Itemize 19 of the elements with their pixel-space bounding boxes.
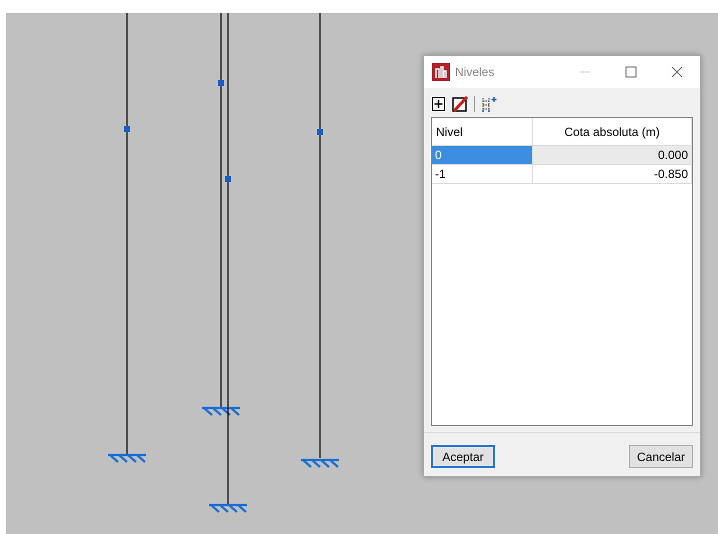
node-marker [225, 176, 231, 182]
grid-insert-icon[interactable] [481, 96, 499, 112]
table-cell: 0 [432, 146, 533, 165]
delete-icon[interactable] [452, 96, 468, 112]
accept-button[interactable]: Aceptar [431, 445, 495, 468]
table-cell: -0.850 [533, 165, 692, 184]
fixed-support-icon [106, 454, 148, 464]
app-icon [432, 63, 450, 81]
window-title: Niveles [455, 65, 494, 79]
fixed-support-icon [208, 504, 248, 514]
node-marker [218, 80, 224, 86]
add-level-icon[interactable] [432, 97, 446, 111]
cancel-button[interactable]: Cancelar [629, 445, 693, 468]
table-cell: 0.000 [533, 146, 692, 165]
fixed-support-icon [200, 406, 242, 416]
node-marker [317, 129, 323, 135]
fixed-support-icon [300, 458, 340, 468]
node-marker [124, 126, 130, 132]
table-cell: -1 [432, 165, 533, 184]
